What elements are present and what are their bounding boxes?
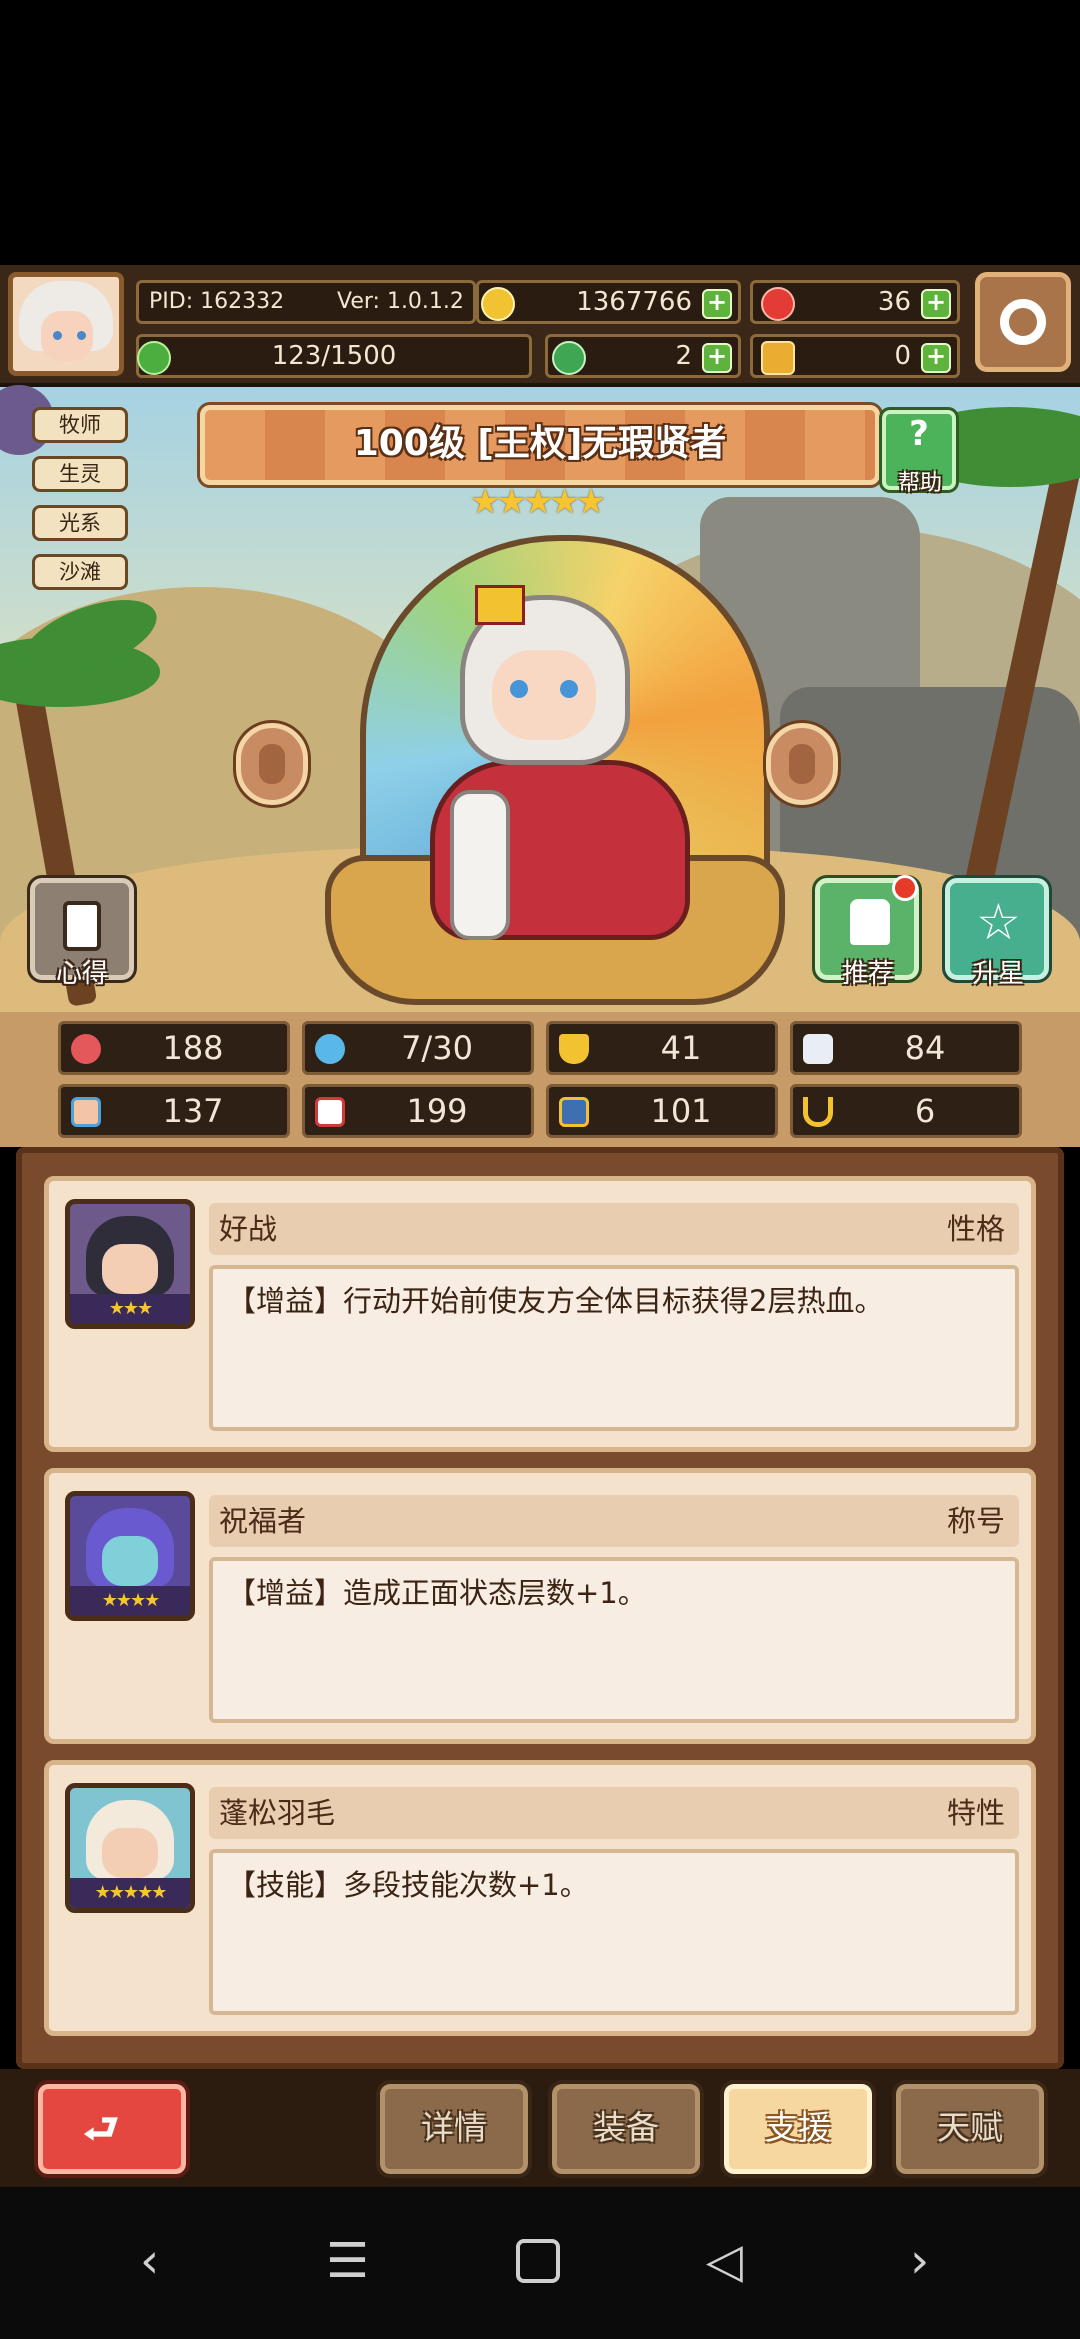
notification-dot	[892, 875, 918, 901]
back-button[interactable]: ⮐	[34, 2080, 190, 2178]
book-icon	[315, 1097, 345, 1127]
key-value: 0	[894, 341, 911, 371]
back-triangle-icon[interactable]: ◁	[706, 2237, 743, 2285]
energy-bar: 123/1500	[136, 334, 532, 378]
pid-text: PID: 162332	[149, 289, 285, 314]
key-counter: 0 +	[750, 334, 960, 378]
gold-counter: 1367766 +	[476, 280, 741, 324]
ruby-icon	[761, 287, 795, 321]
player-id-box: PID: 162332 Ver: 1.0.1.2	[136, 280, 476, 324]
help-label: 帮助	[897, 471, 942, 496]
horseshoe-icon	[803, 1097, 833, 1127]
trait-stars: ★★★★★	[70, 1878, 190, 1908]
question-icon: ?	[909, 414, 929, 454]
energy-gem-icon	[137, 341, 171, 375]
chevron-right-icon[interactable]: ›	[910, 2237, 929, 2285]
trait-card-personality[interactable]: ★★★ 好战 性格 【增益】行动开始前使友方全体目标获得2层热血。	[44, 1176, 1036, 1452]
tag-terrain: 沙滩	[32, 554, 128, 590]
stat-luck: 6	[790, 1084, 1022, 1138]
hero-legs	[450, 790, 510, 940]
recommend-label: 推荐	[841, 959, 894, 989]
stat-mana: 7/30	[302, 1021, 534, 1075]
menu-icon[interactable]: ☰	[326, 2237, 369, 2285]
tab-details[interactable]: 详情	[376, 2080, 532, 2178]
tab-talent[interactable]: 天赋	[892, 2080, 1048, 2178]
tab-equipment[interactable]: 装备	[548, 2080, 704, 2178]
stat-defense: 41	[546, 1021, 778, 1075]
gear-icon	[1000, 299, 1046, 345]
gem-value: 36	[877, 287, 911, 317]
wing-icon	[803, 1034, 833, 1064]
heart-icon	[71, 1034, 101, 1064]
trait-stars: ★★★	[70, 1294, 190, 1324]
trait-header: 好战 性格	[209, 1203, 1019, 1255]
clover-value: 2	[675, 341, 692, 371]
fist-icon	[71, 1097, 101, 1127]
shield-icon	[559, 1034, 589, 1064]
boot-icon	[559, 1097, 589, 1127]
tab-support[interactable]: 支援	[720, 2080, 876, 2178]
stat-hp: 188	[58, 1021, 290, 1075]
trait-description: 【增益】行动开始前使友方全体目标获得2层热血。	[209, 1265, 1019, 1431]
chevron-left-icon	[259, 744, 285, 784]
chevron-right-icon	[789, 744, 815, 784]
trait-name: 好战	[219, 1212, 278, 1246]
player-avatar[interactable]	[8, 272, 124, 376]
add-clover-button[interactable]: +	[702, 343, 732, 373]
gold-value: 1367766	[576, 287, 692, 317]
trait-card-feature[interactable]: ★★★★★ 蓬松羽毛 特性 【技能】多段技能次数+1。	[44, 1760, 1036, 2036]
stat-agility: 101	[546, 1084, 778, 1138]
next-hero-button[interactable]	[763, 720, 841, 808]
gem-counter: 36 +	[750, 280, 960, 324]
trait-name: 祝福者	[219, 1504, 307, 1538]
tag-race: 生灵	[32, 456, 128, 492]
trait-portrait: ★★★★★	[65, 1783, 195, 1913]
trait-card-title[interactable]: ★★★★ 祝福者 称号 【增益】造成正面状态层数+1。	[44, 1468, 1036, 1744]
add-gold-button[interactable]: +	[702, 289, 732, 319]
trait-type: 称号	[946, 1504, 1005, 1538]
hero-stars: ★★★★★	[470, 482, 606, 522]
tag-element: 光系	[32, 505, 128, 541]
trait-portrait: ★★★	[65, 1199, 195, 1329]
star-up-label: 升星	[971, 959, 1024, 989]
trait-type: 特性	[946, 1796, 1005, 1830]
trait-type: 性格	[946, 1212, 1005, 1246]
chevron-left-icon[interactable]: ‹	[140, 2237, 159, 2285]
thumbs-up-icon	[850, 899, 890, 945]
trait-description: 【增益】造成正面状态层数+1。	[209, 1557, 1019, 1723]
trait-stars: ★★★★	[70, 1586, 190, 1616]
return-arrow-icon: ⮐	[83, 2106, 119, 2152]
trait-portrait: ★★★★	[65, 1491, 195, 1621]
clover-counter: 2 +	[545, 334, 741, 378]
water-drop-icon	[315, 1034, 345, 1064]
energy-value: 123/1500	[271, 341, 397, 371]
crown-icon	[475, 585, 525, 625]
system-nav-bar: ‹ ☰ ◁ ›	[0, 2187, 1080, 2339]
stat-intellect: 199	[302, 1084, 534, 1138]
stat-speed: 84	[790, 1021, 1022, 1075]
hero-face	[492, 650, 596, 740]
star-icon: ☆	[976, 893, 1021, 951]
hero-title: 100级 [王权]无瑕贤者	[197, 402, 883, 488]
notebook-icon	[63, 901, 101, 951]
gold-coin-icon	[481, 287, 515, 321]
add-key-button[interactable]: +	[921, 343, 951, 373]
stat-strength: 137	[58, 1084, 290, 1138]
version-text: Ver: 1.0.1.2	[337, 289, 464, 314]
tag-class: 牧师	[32, 407, 128, 443]
clover-icon	[552, 341, 586, 375]
key-icon	[761, 341, 795, 375]
insight-label: 心得	[55, 959, 108, 989]
trait-name: 蓬松羽毛	[219, 1796, 336, 1830]
prev-hero-button[interactable]	[233, 720, 311, 808]
settings-button[interactable]	[975, 272, 1071, 372]
home-square-icon[interactable]	[516, 2239, 560, 2283]
trait-header: 祝福者 称号	[209, 1495, 1019, 1547]
trait-description: 【技能】多段技能次数+1。	[209, 1849, 1019, 2015]
add-gems-button[interactable]: +	[921, 289, 951, 319]
trait-header: 蓬松羽毛 特性	[209, 1787, 1019, 1839]
